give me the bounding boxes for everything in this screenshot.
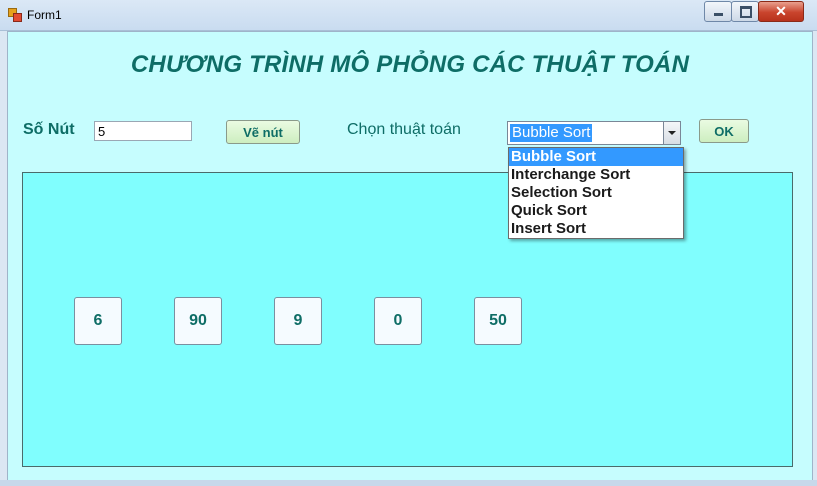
dropdown-arrow-button[interactable] [663,122,680,144]
window-bottom-border [0,480,817,486]
maximize-button[interactable] [731,1,759,22]
algorithm-selected-value: Bubble Sort [510,124,593,142]
page-title: CHƯƠNG TRÌNH MÔ PHỎNG CÁC THUẬT TOÁN [130,51,690,78]
node-count-input[interactable]: 5 [94,121,192,141]
dropdown-option-selection-sort[interactable]: Selection Sort [509,184,683,202]
maximize-icon [740,6,752,18]
array-node[interactable]: 9 [274,297,322,345]
title-bar[interactable]: Form1 ✕ [0,0,817,31]
algorithm-select[interactable]: Bubble Sort [507,121,681,145]
algorithm-label: Chọn thuật toán [347,121,461,138]
array-node[interactable]: 6 [74,297,122,345]
minimize-button[interactable] [704,1,732,22]
form-app-icon [8,8,22,22]
ok-button[interactable]: OK [699,119,749,143]
form-client-area: CHƯƠNG TRÌNH MÔ PHỎNG CÁC THUẬT TOÁN Số … [7,31,813,481]
close-icon: ✕ [775,3,787,19]
chevron-down-icon [668,131,676,135]
dropdown-option-bubble-sort[interactable]: Bubble Sort [509,148,683,166]
dropdown-option-insert-sort[interactable]: Insert Sort [509,220,683,238]
window-title: Form1 [27,8,62,22]
close-button[interactable]: ✕ [758,1,804,22]
minimize-icon [714,13,723,16]
array-node[interactable]: 50 [474,297,522,345]
dropdown-option-quick-sort[interactable]: Quick Sort [509,202,683,220]
array-node[interactable]: 90 [174,297,222,345]
array-node[interactable]: 0 [374,297,422,345]
algorithm-dropdown-list: Bubble Sort Interchange Sort Selection S… [508,147,684,239]
dropdown-option-interchange-sort[interactable]: Interchange Sort [509,166,683,184]
draw-nodes-button[interactable]: Vẽ nút [226,120,300,144]
node-count-label: Số Nút [23,121,75,138]
